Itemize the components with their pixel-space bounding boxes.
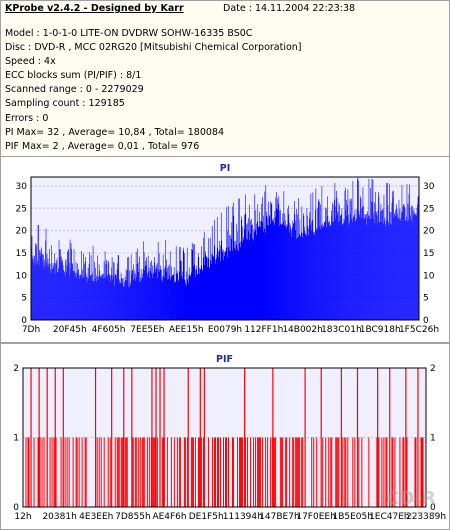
y-tick-label-left: 1 [13,434,19,444]
x-tick-label: 4F605h [92,325,126,335]
y-tick-label-right: 20 [423,227,435,237]
x-tick-label: 111394h [223,512,263,522]
x-tick-label: 4E3EEh [79,512,113,522]
info-panel: KProbe v2.4.2 - Designed by Karr Date : … [0,0,450,157]
watermark-logo: CD-R www.cdr.cz [385,488,436,523]
watermark-text: CD-R [386,488,436,509]
y-tick-label-left: 10 [16,271,28,281]
scan-info-lines: Model : 1-0-1-0 LITE-ON DVDRW SOHW-16335… [5,27,302,154]
pi-chart-panel: PI 0 0 5 5 10 10 15 15 20 20 25 25 30 30 7Dh 20F45h 4F605… [0,156,450,343]
chart-title: PIF [216,354,233,365]
x-tick-label: 183C01h [321,325,362,335]
scan-date: Date : 14.11.2004 22:23:38 [223,3,356,14]
x-tick-label: E0079h [208,325,242,335]
y-tick-label-left: 2 [13,364,19,374]
x-tick-label: 12h [14,512,31,522]
y-tick-label-right: 25 [423,204,434,214]
y-tick-label-left: 15 [16,249,27,259]
pif-chart: PIF0 01 12 212h 20381h 4E3EEh 7D855h AE4F6h DE1F… [13,354,446,522]
x-tick-label: DE1F5h [189,512,224,522]
y-tick-label-right: 30 [423,182,435,192]
y-tick-label-left: 20 [16,227,28,237]
x-tick-label: 147BE7h [259,512,299,522]
x-tick-label: 7EE5Eh [130,325,164,335]
info-pi-stats: PI Max= 32 , Average= 10,84 , Total= 180… [5,126,224,138]
info-ecc-blocks: ECC blocks sum (PI/PIF) : 8/1 [5,70,142,82]
pi-chart: PI0 05 510 1015 1520 2025 2530 307Dh 20F45h 4F605… [16,163,439,335]
x-tick-label: 1BC918h [360,325,401,335]
x-tick-label: 7D855h [115,512,151,522]
y-tick-label-right: 5 [423,294,429,304]
info-model: Model : 1-0-1-0 LITE-ON DVDRW SOHW-16335… [5,28,253,39]
x-tick-label: 20381h [42,512,76,522]
y-tick-label-left: 5 [21,294,27,304]
info-scanned-range: Scanned range : 0 - 2279029 [5,84,144,96]
info-errors: Errors : 0 [5,112,49,124]
x-tick-label: 17F0EEh [296,512,335,522]
pif-chart-panel: PIF 0 0 1 1 2 2 12h 20381h 4E3EEh 7D855h AE4F6h DE1F… [0,343,450,530]
watermark-url: www.cdr.cz [385,510,436,520]
x-tick-label: 1F5C26h [399,325,439,335]
y-tick-label-right: 1 [430,434,436,444]
x-tick-label: 7Dh [22,325,40,335]
y-tick-label-right: 15 [423,249,434,259]
info-pif-stats: PIF Max= 2 , Average= 0,01 , Total= 976 [5,140,200,152]
x-tick-label: AEE15h [169,325,204,335]
chart-title: PI [220,163,231,174]
y-tick-label-right: 10 [423,271,435,281]
app-title: KProbe v2.4.2 - Designed by Karr [5,3,184,14]
info-disc: Disc : DVD-R , MCC 02RG20 [Mitsubishi Ch… [5,42,302,54]
y-tick-label-left: 30 [16,182,28,192]
info-sampling-count: Sampling count : 129185 [5,98,125,110]
x-tick-label: 112FF1h [244,325,283,335]
x-tick-label: 1B5E05h [332,512,372,522]
x-tick-label: 14B002h [282,325,323,335]
y-tick-label-left: 25 [16,204,27,214]
x-tick-label: AE4F6h [152,512,186,522]
x-tick-label: 20F45h [53,325,87,335]
y-tick-label-right: 2 [430,364,436,374]
info-speed: Speed : 4x [5,56,56,68]
